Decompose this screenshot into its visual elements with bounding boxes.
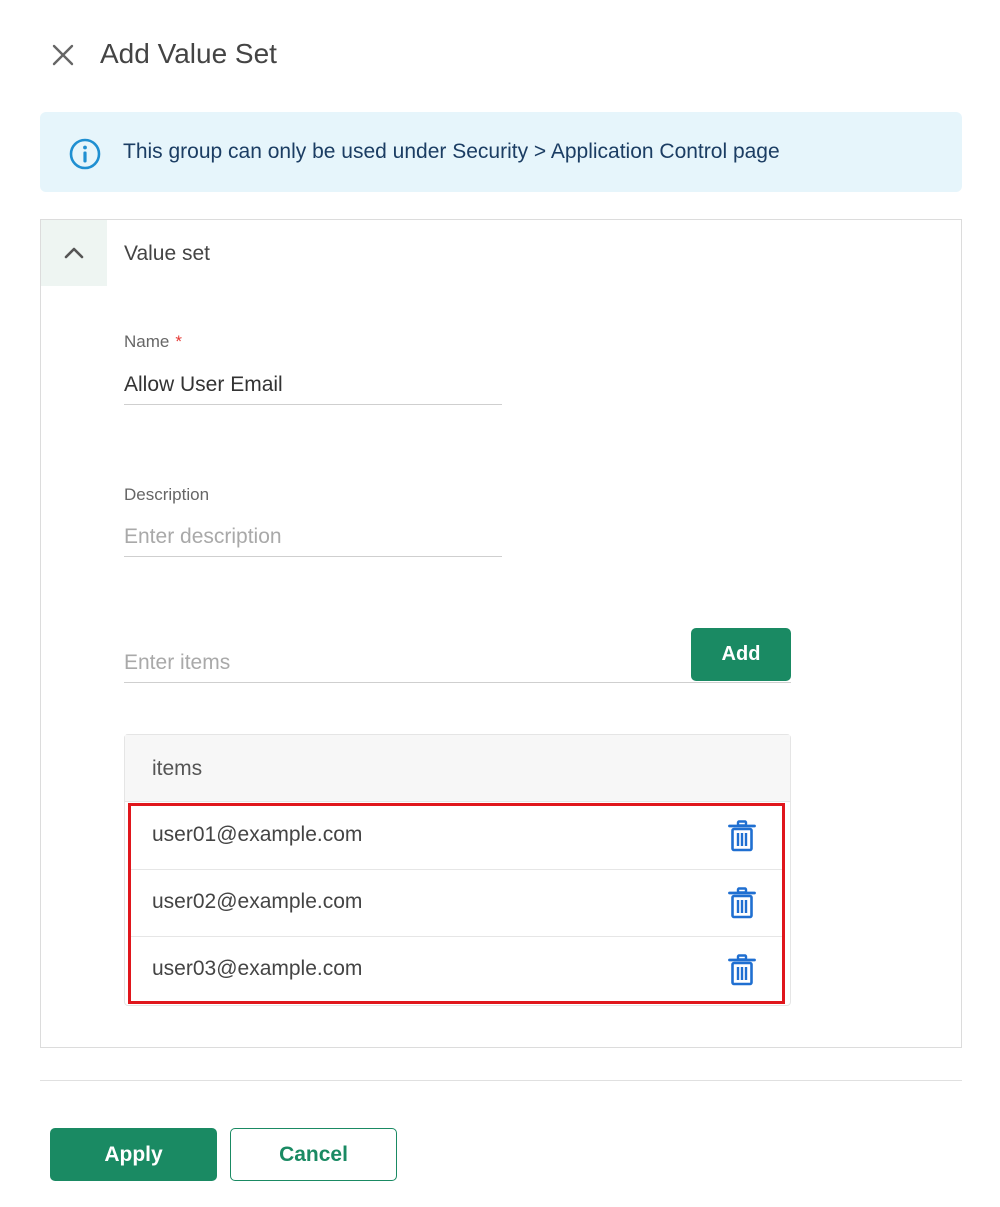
description-label: Description	[124, 485, 210, 504]
required-marker: *	[175, 332, 182, 351]
items-table-header: items	[125, 735, 790, 802]
chevron-up-icon	[64, 247, 84, 259]
add-item-button[interactable]: Add	[691, 628, 791, 681]
name-label-text: Name	[124, 332, 170, 351]
footer-divider	[40, 1080, 962, 1081]
name-label: Name *	[124, 331, 182, 353]
items-column-header: items	[152, 757, 203, 780]
description-input[interactable]	[124, 518, 502, 557]
name-input[interactable]	[124, 366, 502, 405]
info-icon	[69, 138, 101, 170]
close-button[interactable]	[46, 38, 80, 72]
close-icon	[52, 44, 74, 66]
page-title: Add Value Set	[100, 38, 277, 69]
collapse-toggle-button[interactable]	[41, 220, 107, 286]
dialog-header: Add Value Set	[0, 0, 1000, 110]
apply-button[interactable]: Apply	[50, 1128, 217, 1181]
highlight-box	[128, 803, 785, 1004]
info-banner-text: This group can only be used under Securi…	[123, 140, 780, 163]
cancel-button[interactable]: Cancel	[230, 1128, 397, 1181]
panel-title: Value set	[124, 242, 210, 265]
